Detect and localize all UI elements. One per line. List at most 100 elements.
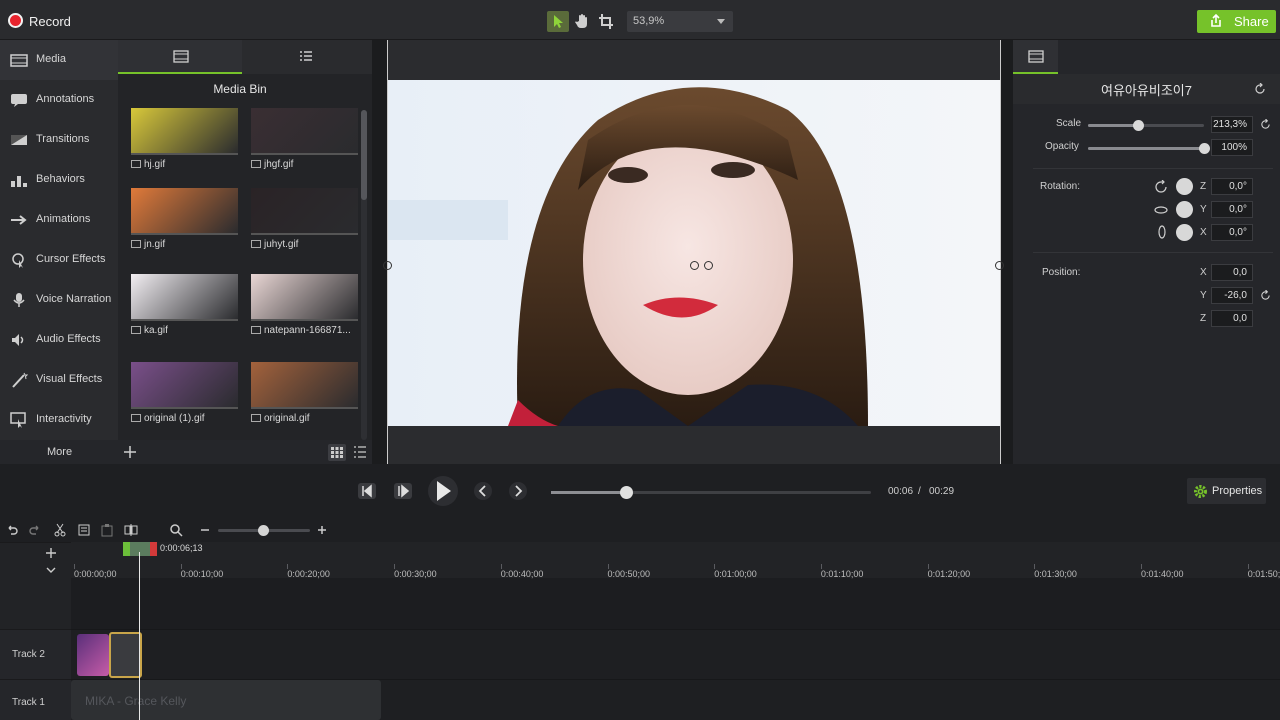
scale-slider-knob[interactable] [1133,120,1144,131]
sidebar-item-label: Voice Narration [36,293,112,305]
sidebar-item-voice-narration[interactable]: Voice Narration [0,280,118,320]
sidebar-item-label: Audio Effects [36,333,101,345]
track-row-2[interactable] [71,629,1280,679]
playback-scrubber[interactable] [551,486,871,499]
zoom-in-icon[interactable] [315,523,329,537]
sidebar-item-label: Behaviors [36,173,85,185]
resize-handle-right[interactable] [995,261,1004,270]
split-icon[interactable] [124,523,138,537]
rotation-z-field[interactable]: 0,0° [1211,178,1253,195]
grid-view-button[interactable] [328,444,346,461]
axis-label: X [1200,267,1207,278]
copy-icon[interactable] [77,523,91,537]
media-item-name: original (1).gif [131,413,238,424]
rotation-y-field[interactable]: 0,0° [1211,201,1253,218]
resize-handle-center[interactable] [690,261,699,270]
record-icon[interactable] [8,13,23,28]
step-forward-icon[interactable] [393,482,413,500]
add-icon[interactable] [123,445,137,459]
sidebar-item-animations[interactable]: Animations [0,200,118,240]
rotation-z-dial[interactable] [1176,178,1193,195]
gif-file-icon [251,160,261,168]
timeline-ruler[interactable]: 0:00:00;00 0:00:10;00 0:00:20;00 0:00:30;00… [71,542,1280,579]
media-item-label: juhyt.gif [264,239,299,250]
share-button[interactable]: Share [1197,10,1276,33]
scale-label: Scale [1056,118,1082,129]
scrubber-knob[interactable] [620,486,633,499]
reset-icon[interactable] [1254,83,1266,95]
rotate-handle[interactable] [704,261,713,270]
sidebar-item-cursor-effects[interactable]: Cursor Effects [0,240,118,280]
sidebar-item-media[interactable]: Media [0,40,118,80]
timeline-zoom-knob[interactable] [258,525,269,536]
undo-icon[interactable] [5,523,19,537]
tab-visual-properties[interactable] [1013,40,1058,74]
media-title: 여유아유비조이7 [1101,83,1192,98]
sidebar-item-annotations[interactable]: Annotations [0,80,118,120]
scale-value-field[interactable]: 213,3% [1211,116,1253,133]
reset-icon[interactable] [1260,290,1271,301]
record-button-label[interactable]: Record [29,14,71,29]
zoom-magnifier-icon[interactable] [169,523,183,537]
audio-clip[interactable]: MIKA - Grace Kelly [71,680,381,720]
next-icon[interactable] [508,482,528,500]
sidebar-item-label: Transitions [36,133,90,145]
zoom-out-icon[interactable] [198,523,212,537]
sidebar-item-visual-effects[interactable]: Visual Effects [0,360,118,400]
sidebar-item-transitions[interactable]: Transitions [0,120,118,160]
playhead-end-marker[interactable] [150,542,157,556]
media-clip[interactable] [77,634,109,676]
sidebar-item-behaviors[interactable]: Behaviors [0,160,118,200]
position-x-field[interactable]: 0,0 [1211,264,1253,281]
reset-icon[interactable] [1260,119,1271,130]
tab-media-list[interactable] [244,40,368,74]
more-button[interactable]: More [0,440,118,464]
ruler-tick-label: 0:00:00;00 [74,569,117,579]
position-z-field[interactable]: 0,0 [1211,310,1253,327]
track-header-1[interactable]: Track 1 [0,679,71,720]
share-icon [1211,14,1221,27]
rotation-y-dial[interactable] [1176,201,1193,218]
media-clip-selected[interactable] [109,632,142,678]
media-item-label: ka.gif [144,325,168,336]
step-back-icon[interactable] [357,482,377,500]
rotation-x-field[interactable]: 0,0° [1211,224,1253,241]
zoom-dropdown[interactable]: 53,9% [627,11,733,32]
previous-icon[interactable] [473,482,493,500]
pan-tool-button[interactable] [571,11,593,32]
media-item-label: original (1).gif [144,413,205,424]
canvas-stage[interactable] [383,40,1004,464]
axis-label: Z [1200,181,1207,192]
opacity-slider-knob[interactable] [1199,143,1210,154]
opacity-slider[interactable] [1088,143,1210,154]
media-bin-scrollbar[interactable] [361,110,367,440]
timeline-zoom-slider[interactable] [218,525,310,536]
sidebar-item-interactivity[interactable]: Interactivity [0,400,118,440]
resize-handle-left[interactable] [383,261,392,270]
scale-slider[interactable] [1088,120,1204,131]
sidebar-item-audio-effects[interactable]: Audio Effects [0,320,118,360]
properties-button[interactable]: Properties [1187,478,1266,504]
add-track-icon[interactable] [45,547,57,559]
rotation-x-dial[interactable] [1176,224,1193,241]
tab-media-thumbnails[interactable] [118,40,242,74]
cut-icon[interactable] [53,523,67,537]
canvas-preview-image[interactable] [388,80,1000,426]
list-view-icon[interactable] [353,446,367,458]
track-header-2[interactable]: Track 2 [0,629,71,679]
chevron-down-icon[interactable] [45,565,57,575]
redo-icon[interactable] [28,523,42,537]
gif-file-icon [251,414,261,422]
speaker-icon [12,334,24,346]
position-y-field[interactable]: -26,0 [1211,287,1253,304]
opacity-value-field[interactable]: 100% [1211,139,1253,156]
paste-icon[interactable] [100,523,114,537]
position-label: Position: [1042,267,1081,278]
playhead-start-marker[interactable] [123,542,130,556]
top-toolbar: Record 53,9% Share [0,0,1280,40]
crop-tool-button[interactable] [595,11,617,32]
select-tool-button[interactable] [547,11,569,32]
play-icon[interactable] [428,476,458,506]
scrollbar-thumb[interactable] [361,110,367,200]
playhead-marker[interactable] [123,542,157,556]
